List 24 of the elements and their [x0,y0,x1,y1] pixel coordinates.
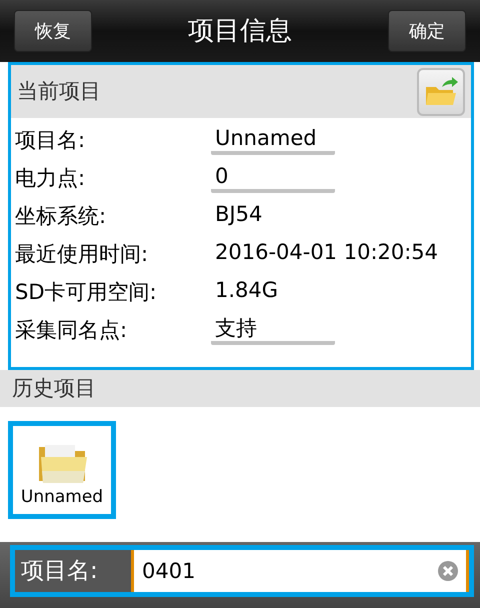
field-label: 最近使用时间: [15,241,150,268]
field-label: 坐标系统: [15,203,108,230]
field-value-input[interactable]: 支持 [211,317,335,345]
restore-button[interactable]: 恢复 [14,10,92,52]
field-label: 电力点: [15,165,86,192]
open-folder-button[interactable] [417,68,465,116]
history-project-item[interactable]: Unnamed [8,421,116,519]
name-input-field[interactable]: 0401 [131,550,469,592]
section-title: 历史项目 [12,374,96,402]
field-value-input[interactable]: 0 [211,165,335,193]
field-value: 1.84G [214,279,280,304]
project-name: Unnamed [20,486,104,508]
field-value: BJ54 [214,203,264,228]
folder-arrow-icon [424,76,458,106]
confirm-button[interactable]: 确定 [388,10,466,52]
page-title: 项目信息 [188,14,292,48]
field-label: 采集同名点: [15,317,128,344]
field-value: 2016-04-01 10:20:54 [214,241,440,266]
field-value-input[interactable]: Unnamed [211,127,335,155]
field-label: 项目名: [15,550,131,592]
clear-icon[interactable] [437,560,459,582]
section-title: 当前项目 [17,78,101,105]
field-label: SD卡可用空间: [15,279,158,306]
field-label: 项目名: [15,127,86,154]
